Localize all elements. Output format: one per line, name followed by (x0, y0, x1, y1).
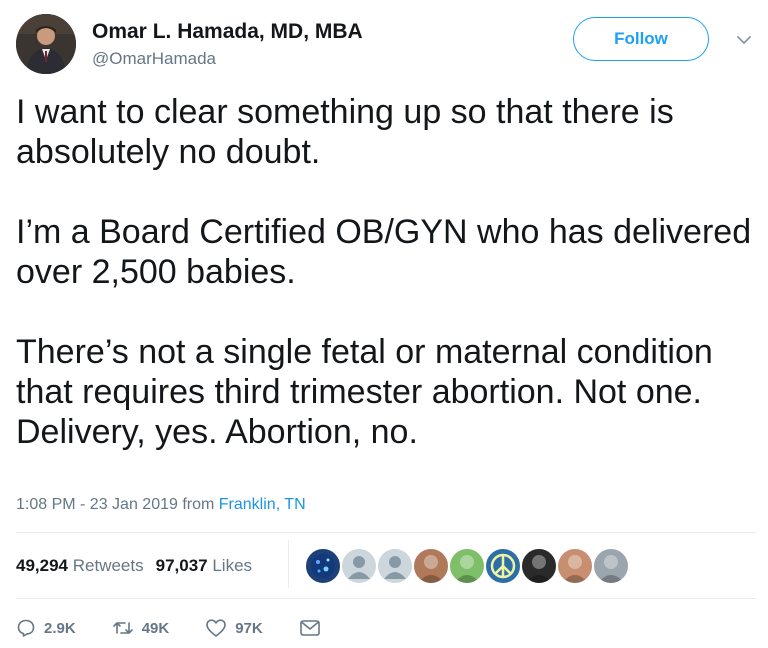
peace-sign-avatar-icon (490, 553, 516, 579)
photo-avatar-icon (418, 555, 444, 583)
photo-avatar-icon (598, 555, 624, 583)
photo-avatar-icon (562, 555, 588, 583)
retweets-label: Retweets (72, 556, 144, 575)
retweet-button[interactable]: 49K (112, 618, 170, 638)
tweet-paragraph: I want to clear something up so that the… (16, 93, 674, 171)
likes-count: 97,037 (155, 556, 208, 575)
divider (16, 532, 756, 533)
liker-avatars (304, 547, 630, 585)
heart-icon (205, 618, 227, 638)
like-button[interactable]: 97K (205, 618, 263, 638)
liker-avatar[interactable] (340, 547, 378, 585)
likes-label: Likes (212, 556, 253, 575)
author-handle[interactable]: @OmarHamada (92, 49, 216, 69)
liker-avatar[interactable] (304, 547, 342, 585)
retweet-icon (112, 618, 134, 638)
follow-button[interactable]: Follow (573, 17, 709, 61)
author-name[interactable]: Omar L. Hamada, MD, MBA (92, 20, 363, 44)
liker-avatar[interactable] (412, 547, 450, 585)
default-avatar-icon (384, 556, 406, 579)
profile-photo-icon (16, 14, 76, 74)
liker-avatar[interactable] (484, 547, 522, 585)
liker-avatar[interactable] (376, 547, 414, 585)
tweet-paragraph: There’s not a single fetal or maternal c… (16, 333, 713, 451)
reply-icon (16, 618, 36, 638)
default-avatar-icon (348, 556, 370, 579)
liker-avatar[interactable] (520, 547, 558, 585)
reply-button[interactable]: 2.9K (16, 618, 76, 638)
author-avatar[interactable] (16, 14, 76, 74)
like-count: 97K (235, 619, 263, 637)
tweet-actions: 2.9K 49K 97K (16, 614, 357, 642)
divider (16, 598, 756, 599)
globe-avatar-icon (311, 554, 335, 578)
likes-stat[interactable]: 97,037 Likes (156, 556, 252, 576)
liker-avatar[interactable] (556, 547, 594, 585)
chevron-down-icon[interactable] (734, 30, 754, 50)
photo-avatar-icon (526, 555, 552, 583)
tweet-header: Omar L. Hamada, MD, MBA @OmarHamada Foll… (16, 14, 756, 74)
tweet-metadata: 1:08 PM - 23 Jan 2019 from Franklin, TN (16, 496, 306, 514)
retweet-count: 49K (141, 619, 170, 637)
retweets-count: 49,294 (16, 556, 68, 575)
tweet-timestamp[interactable]: 1:08 PM - 23 Jan 2019 from (16, 496, 219, 513)
tweet-stats: 49,294 Retweets 97,037 Likes (16, 556, 252, 576)
retweets-stat[interactable]: 49,294 Retweets (16, 556, 144, 576)
envelope-icon (299, 619, 321, 637)
stats-separator (288, 540, 289, 588)
photo-avatar-icon (454, 555, 480, 583)
direct-message-button[interactable] (299, 619, 321, 637)
liker-avatar[interactable] (592, 547, 630, 585)
reply-count: 2.9K (44, 619, 76, 637)
tweet-location-link[interactable]: Franklin, TN (219, 496, 306, 513)
liker-avatar[interactable] (448, 547, 486, 585)
tweet-text: I want to clear something up so that the… (16, 92, 756, 452)
tweet-paragraph: I’m a Board Certified OB/GYN who has del… (16, 213, 752, 291)
